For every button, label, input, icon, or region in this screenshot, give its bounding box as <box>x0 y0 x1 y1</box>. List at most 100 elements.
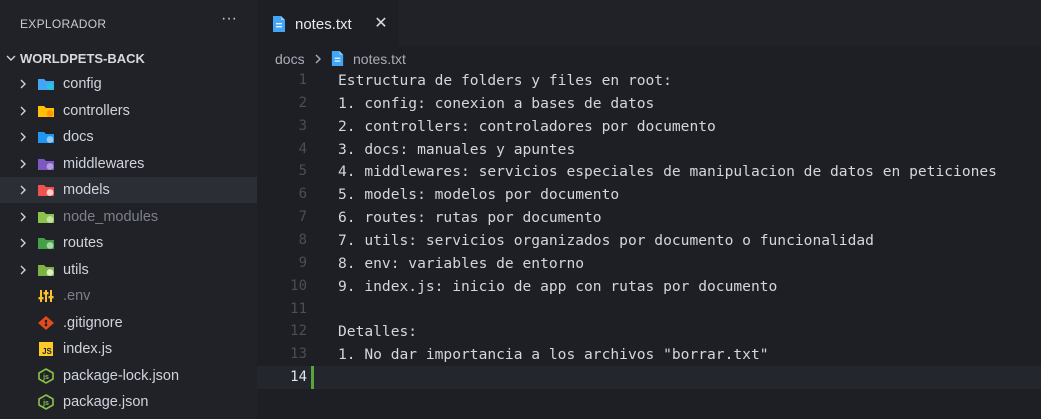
tab-label: notes.txt <box>295 16 352 33</box>
line-number: 11 <box>290 300 307 317</box>
line-number: 2 <box>298 94 307 111</box>
line-text: Detalles: <box>338 323 418 341</box>
tree-item-label: utils <box>63 261 89 278</box>
env-settings-icon <box>38 290 54 302</box>
tree-item-label: package.json <box>63 394 149 410</box>
tree-item-label: config <box>63 76 102 92</box>
folder-item-controllers[interactable]: controllers <box>0 98 257 124</box>
folder-item-routes[interactable]: routes <box>0 230 257 256</box>
code-line[interactable]: 13 1. No dar importancia a los archivos "… <box>257 343 1041 366</box>
line-number: 4 <box>298 140 307 157</box>
nodejs-icon: js <box>38 367 54 384</box>
line-number: 7 <box>298 209 307 226</box>
tree-item-label: node_modules <box>63 208 159 225</box>
project-root[interactable]: WORLDPETS-BACK <box>0 46 257 70</box>
chevron-right-icon <box>20 106 26 115</box>
line-number: 1 <box>298 72 307 88</box>
explorer-sidebar: EXPLORADOR ··· WORLDPETS-BACK config cont… <box>0 0 257 419</box>
breadcrumb-folder[interactable]: docs <box>275 51 305 67</box>
file-item-index-js[interactable]: JS index.js <box>0 336 257 362</box>
folder-docs-icon <box>38 132 54 143</box>
line-text: 3. docs: manuales y apuntes <box>338 140 576 158</box>
chevron-right-icon <box>20 265 26 274</box>
folder-routes-icon <box>38 238 54 249</box>
svg-text:js: js <box>42 374 49 381</box>
tree-item-label: .gitignore <box>63 314 123 331</box>
code-line[interactable]: 10 9. index.js: inicio de app con rutas p… <box>257 275 1041 298</box>
explorer-title: EXPLORADOR <box>20 17 107 31</box>
tree-item-label: .env <box>63 288 91 304</box>
code-line[interactable]: 8 7. utils: servicios organizados por doc… <box>257 229 1041 252</box>
chevron-right-icon <box>20 132 26 142</box>
folder-utils-icon <box>38 264 54 276</box>
tree-item-label: package-lock.json <box>63 367 180 384</box>
tree-item-label: controllers <box>63 102 130 119</box>
javascript-icon: JS <box>39 342 53 356</box>
chevron-right-icon <box>20 185 26 195</box>
code-line[interactable]: 6 5. models: modelos por documento <box>257 183 1041 206</box>
chevron-right-icon <box>20 238 26 248</box>
line-text: 9. index.js: inicio de app con rutas por… <box>338 277 778 295</box>
folder-item-middlewares[interactable]: middlewares <box>0 151 257 177</box>
breadcrumb-file[interactable]: notes.txt <box>353 51 406 67</box>
line-text: Estructura de folders y files en root: <box>338 72 672 89</box>
line-number: 13 <box>290 346 307 363</box>
line-number: 3 <box>298 117 307 134</box>
line-number: 9 <box>298 254 307 271</box>
line-text: 6. routes: rutas por documento <box>338 209 602 227</box>
tree-item-label: routes <box>63 235 104 251</box>
tab-bar: notes.txt ✕ <box>257 0 1041 46</box>
folder-item-node-modules[interactable]: node_modules <box>0 204 257 230</box>
folder-item-models[interactable]: models <box>0 177 257 203</box>
folder-controllers-icon <box>38 105 54 117</box>
code-line[interactable]: 11 <box>257 298 1041 321</box>
line-number: 12 <box>290 323 307 340</box>
code-line[interactable]: 4 3. docs: manuales y apuntes <box>257 138 1041 161</box>
code-line[interactable]: 7 6. routes: rutas por documento <box>257 206 1041 229</box>
tree-item-label: docs <box>63 129 94 145</box>
svg-text:js: js <box>42 400 49 407</box>
tab-notes-txt[interactable]: notes.txt ✕ <box>257 0 399 46</box>
chevron-right-icon <box>20 212 26 221</box>
folder-models-icon <box>38 185 54 196</box>
svg-text:JS: JS <box>42 347 52 356</box>
code-line[interactable]: 3 2. controllers: controladores por docum… <box>257 115 1041 138</box>
code-line[interactable]: 14 <box>257 366 1041 390</box>
file-item-gitignore[interactable]: .gitignore <box>0 310 257 336</box>
code-line[interactable]: 1 Estructura de folders y files en root: <box>257 69 1041 92</box>
file-item-package-lock-json[interactable]: js package-lock.json <box>0 363 257 389</box>
code-line[interactable]: 12 Detalles: <box>257 320 1041 343</box>
folder-item-config[interactable]: config <box>0 71 257 97</box>
code-line[interactable]: 2 1. config: conexion a bases de datos <box>257 92 1041 115</box>
chevron-down-icon <box>6 55 16 61</box>
line-number: 10 <box>290 277 307 294</box>
line-number: 8 <box>298 231 307 248</box>
git-icon <box>38 315 54 330</box>
folder-item-docs[interactable]: docs <box>0 124 257 150</box>
line-number: 6 <box>298 186 307 203</box>
nodejs-icon: js <box>38 394 54 410</box>
modified-line-marker <box>311 366 314 390</box>
line-number: 5 <box>298 163 307 180</box>
close-tab-button[interactable]: ✕ <box>372 15 390 33</box>
folder-middlewares-icon <box>38 158 54 170</box>
more-actions-button[interactable]: ··· <box>218 10 240 32</box>
line-text: 1. config: conexion a bases de datos <box>338 94 655 112</box>
line-text: 5. models: modelos por documento <box>338 186 620 204</box>
code-line[interactable]: 5 4. middlewares: servicios especiales de… <box>257 160 1041 183</box>
line-text: 4. middlewares: servicios especiales de … <box>338 163 997 181</box>
chevron-right-icon <box>20 159 26 168</box>
tree-item-label: models <box>63 182 110 198</box>
line-text: 8. env: variables de entorno <box>338 254 585 272</box>
chevron-right-icon <box>20 79 26 89</box>
folder-config-icon <box>38 79 54 90</box>
file-text-icon <box>331 51 344 66</box>
file-item-env[interactable]: .env <box>0 283 257 309</box>
file-item-package-json[interactable]: js package.json <box>0 389 257 415</box>
editor-area: notes.txt ✕ docs notes.txt 1 Estructura d… <box>257 0 1041 419</box>
code-line[interactable]: 9 8. env: variables de entorno <box>257 252 1041 275</box>
line-number: 14 <box>290 369 307 386</box>
file-text-icon <box>273 16 285 32</box>
folder-item-utils[interactable]: utils <box>0 257 257 283</box>
tree-item-label: index.js <box>63 341 113 357</box>
